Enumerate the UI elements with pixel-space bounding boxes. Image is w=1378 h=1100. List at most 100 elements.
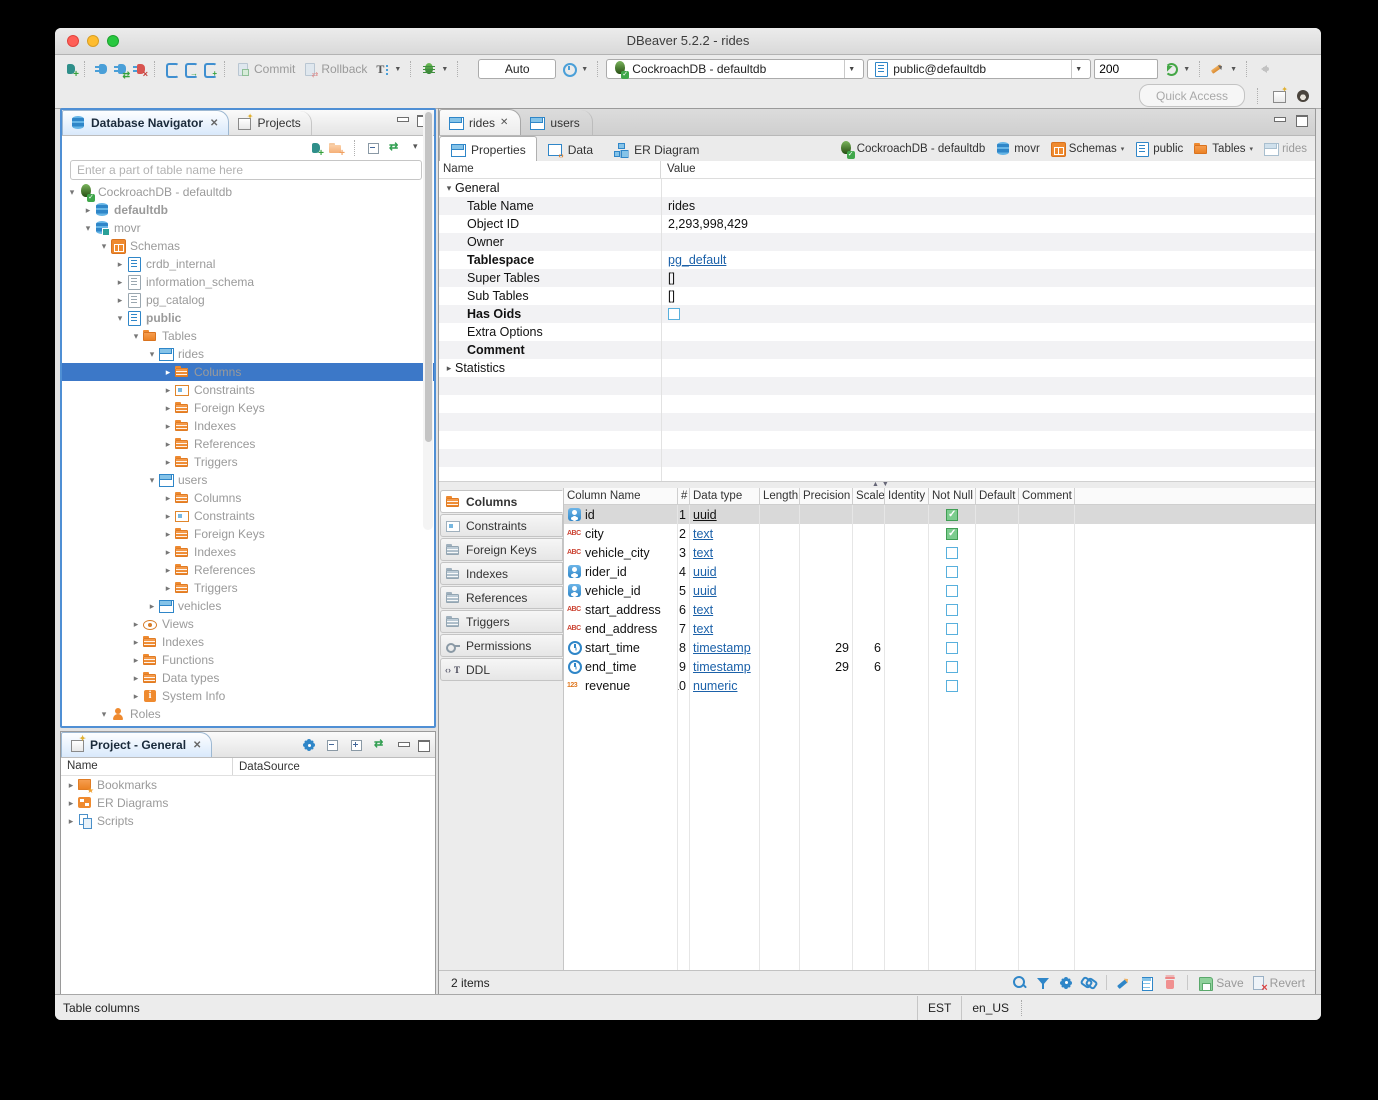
cell-not-null[interactable]	[929, 638, 976, 657]
side-tab-triggers[interactable]: Triggers	[440, 610, 563, 633]
expand-arrow[interactable]: ▸	[65, 780, 77, 791]
fetch-size-input[interactable]	[1094, 59, 1158, 79]
datatype-link[interactable]: text	[693, 603, 713, 617]
gear-icon[interactable]	[1058, 975, 1074, 991]
expand-arrow[interactable]: ▸	[162, 529, 174, 540]
datatype-link[interactable]: timestamp	[693, 660, 751, 674]
dbeaver-perspective-icon[interactable]	[1295, 88, 1311, 104]
tree-item-pg-catalog[interactable]: ▸pg_catalog	[62, 291, 434, 309]
tree-item-movr[interactable]: ▾movr	[62, 219, 434, 237]
save-button[interactable]: Save	[1197, 975, 1243, 991]
expand-arrow[interactable]: ▾	[146, 475, 158, 486]
schema-dropdown-arrow[interactable]: ▼	[1071, 60, 1085, 78]
tree-item-public[interactable]: ▾public	[62, 309, 434, 327]
datatype-link[interactable]: uuid	[693, 508, 717, 522]
side-tab-columns[interactable]: Columns	[440, 490, 563, 513]
maximize-panel-icon[interactable]	[417, 740, 429, 750]
expand-arrow[interactable]: ▸	[162, 493, 174, 504]
expand-arrow[interactable]: ▾	[443, 183, 455, 194]
cell-not-null[interactable]	[929, 562, 976, 581]
column-header-precision[interactable]: Precision	[800, 488, 853, 504]
property-row-super-tables[interactable]: Super Tables[]	[439, 269, 1315, 287]
auto-refresh-button[interactable]: ▼	[1161, 60, 1192, 78]
tree-item-views[interactable]: ▸Views	[62, 615, 434, 633]
property-row-comment[interactable]: Comment	[439, 341, 1315, 359]
sql-editor-icon[interactable]	[163, 61, 179, 77]
not-null-checkbox[interactable]	[946, 509, 958, 521]
tree-item-indexes[interactable]: ▸Indexes	[62, 543, 434, 561]
breadcrumb-item-movr[interactable]: movr	[995, 141, 1040, 157]
datatype-link[interactable]: text	[693, 527, 713, 541]
column-row-end-address[interactable]: end_address7text	[564, 619, 1315, 638]
datatype-link[interactable]: uuid	[693, 565, 717, 579]
expand-arrow[interactable]: ▾	[146, 349, 158, 360]
disconnect-icon[interactable]: ×	[131, 61, 147, 77]
column-header-default[interactable]: Default	[976, 488, 1019, 504]
side-tab-permissions[interactable]: Permissions	[440, 634, 563, 657]
collapse-all-icon[interactable]	[366, 140, 382, 156]
tab-projects[interactable]: Projects	[229, 111, 311, 135]
connection-select[interactable]: CockroachDB - defaultdb▼	[606, 59, 864, 79]
debug-button[interactable]: ▼	[419, 60, 450, 78]
tree-item-er-diagrams[interactable]: ▸ER Diagrams	[61, 794, 435, 812]
expand-arrow[interactable]: ▸	[162, 565, 174, 576]
editor-tab-rides[interactable]: rides ✕	[439, 109, 521, 135]
tree-item-functions[interactable]: ▸Functions	[62, 651, 434, 669]
gear-icon[interactable]	[301, 737, 317, 753]
tree-item-constraints[interactable]: ▸Constraints	[62, 381, 434, 399]
expand-arrow[interactable]: ▸	[162, 583, 174, 594]
tree-item-indexes[interactable]: ▸Indexes	[62, 417, 434, 435]
connect-icon[interactable]	[93, 61, 109, 77]
column-row-vehicle-city[interactable]: vehicle_city3text	[564, 543, 1315, 562]
tree-item-foreign-keys[interactable]: ▸Foreign Keys	[62, 525, 434, 543]
link-with-editor-icon[interactable]	[373, 737, 389, 753]
maximize-editor-icon[interactable]	[1295, 115, 1307, 125]
open-sql-script-icon[interactable]: +	[201, 61, 217, 77]
expand-arrow[interactable]: ▸	[162, 421, 174, 432]
tree-item-constraints[interactable]: ▸Constraints	[62, 507, 434, 525]
expand-arrow[interactable]: ▸	[130, 655, 142, 666]
has-oids-checkbox[interactable]	[668, 308, 680, 320]
properties-header-name[interactable]: Name	[439, 161, 661, 178]
back-history-icon[interactable]	[1255, 61, 1271, 77]
column-row-start-address[interactable]: start_address6text	[564, 600, 1315, 619]
not-null-checkbox[interactable]	[946, 661, 958, 673]
cell-not-null[interactable]	[929, 581, 976, 600]
minimize-panel-icon[interactable]	[396, 115, 408, 125]
tree-item-data-types[interactable]: ▸Data types	[62, 669, 434, 687]
tab-database-navigator[interactable]: Database Navigator ✕	[62, 110, 229, 135]
connection-dropdown-arrow[interactable]: ▼	[844, 60, 858, 78]
property-row-extra-options[interactable]: Extra Options	[439, 323, 1315, 341]
not-null-checkbox[interactable]	[946, 623, 958, 635]
tree-item-triggers[interactable]: ▸Triggers	[62, 453, 434, 471]
tree-item-roles[interactable]: ▾Roles	[62, 705, 434, 723]
tablespace-link[interactable]: pg_default	[668, 253, 726, 267]
minimize-window-button[interactable]	[87, 35, 99, 47]
cell-not-null[interactable]	[929, 600, 976, 619]
tree-item-system-info[interactable]: ▸System Info	[62, 687, 434, 705]
column-row-vehicle-id[interactable]: vehicle_id5uuid	[564, 581, 1315, 600]
side-tab-references[interactable]: References	[440, 586, 563, 609]
column-row-start-time[interactable]: start_time8timestamp296	[564, 638, 1315, 657]
table-filter-input[interactable]	[70, 160, 422, 180]
rollback-button[interactable]: Rollback	[300, 60, 369, 78]
column-row-revenue[interactable]: revenue10numeric	[564, 676, 1315, 695]
column-header-column-name[interactable]: Column Name	[564, 488, 678, 504]
search-icon[interactable]	[1012, 975, 1028, 991]
tab-er-diagram[interactable]: ER Diagram	[603, 137, 709, 162]
not-null-checkbox[interactable]	[946, 680, 958, 692]
cell-not-null[interactable]	[929, 543, 976, 562]
column-header-comment[interactable]: Comment	[1019, 488, 1075, 504]
expand-arrow[interactable]: ▸	[443, 363, 455, 374]
expand-arrow[interactable]: ▾	[98, 709, 110, 720]
expand-arrow[interactable]: ▸	[114, 295, 126, 306]
tree-item-columns[interactable]: ▸Columns	[62, 489, 434, 507]
sash-arrows[interactable]: ▲▼	[872, 481, 892, 488]
column-header-scale[interactable]: Scale	[853, 488, 885, 504]
reconnect-icon[interactable]: ⇄	[112, 61, 128, 77]
locale-indicator[interactable]: en_US	[961, 996, 1019, 1020]
tab-properties[interactable]: Properties	[439, 136, 537, 163]
expand-arrow[interactable]: ▸	[162, 511, 174, 522]
tree-item-columns[interactable]: ▸Columns	[62, 363, 434, 381]
side-tab-constraints[interactable]: Constraints	[440, 514, 563, 537]
